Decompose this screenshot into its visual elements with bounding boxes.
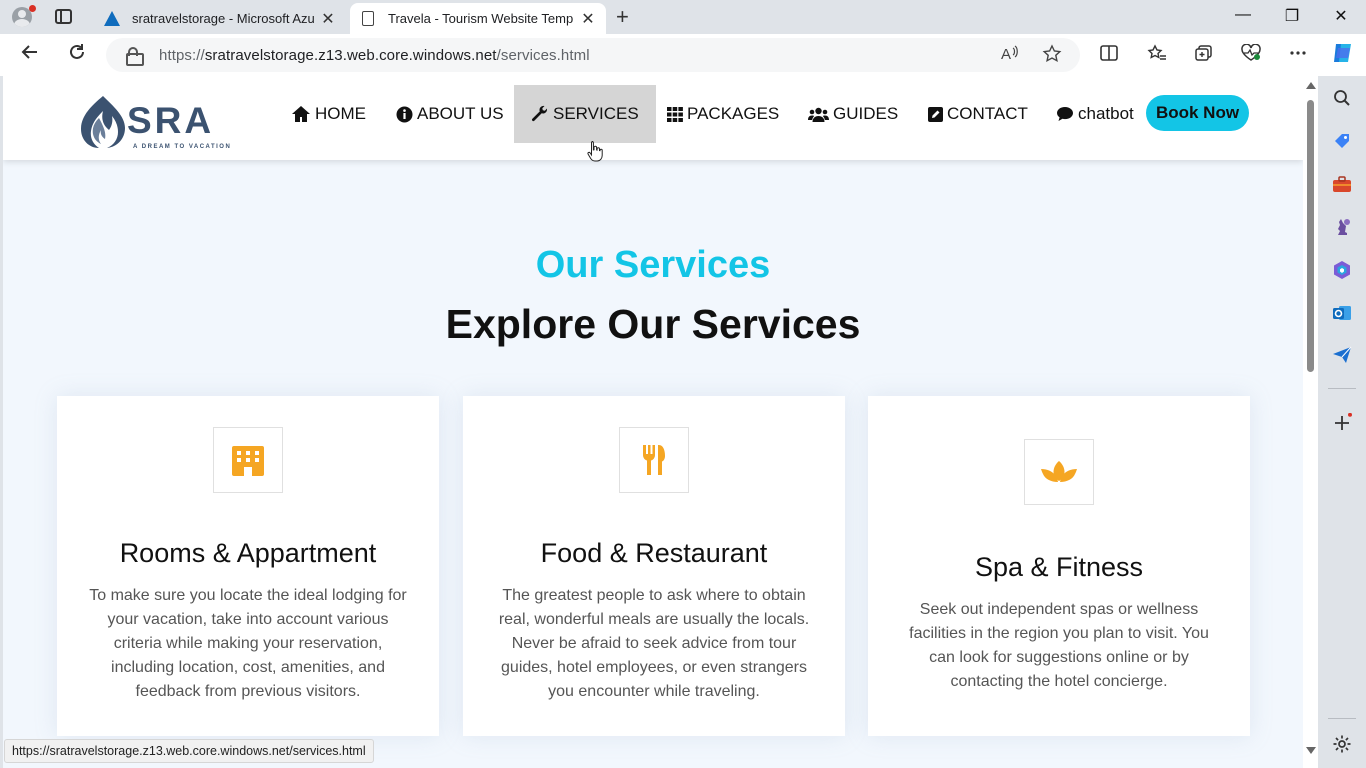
settings-gear-icon[interactable]	[1332, 734, 1352, 754]
close-tab-icon[interactable]: ✕	[580, 9, 596, 29]
service-card-rooms[interactable]: Rooms & Appartment To make sure you loca…	[57, 396, 439, 736]
grid-icon	[667, 106, 683, 122]
hand-cursor-icon	[587, 140, 603, 167]
nav-guides[interactable]: GUIDES	[808, 85, 898, 143]
add-plus-icon[interactable]	[1332, 413, 1352, 433]
edit-icon	[928, 106, 943, 122]
hotel-icon	[213, 427, 283, 493]
home-icon	[291, 105, 311, 123]
nav-packages[interactable]: PACKAGES	[667, 85, 779, 143]
restore-button[interactable]: ❐	[1277, 6, 1307, 26]
service-description: The greatest people to ask where to obta…	[498, 587, 810, 700]
nav-label: GUIDES	[833, 104, 899, 123]
nav-services[interactable]: SERVICES	[514, 85, 656, 143]
nav-label: SERVICES	[553, 104, 639, 123]
address-bar[interactable]: https://sratravelstorage.z13.web.core.wi…	[106, 38, 1080, 72]
performance-heart-icon[interactable]	[1237, 43, 1265, 67]
tools-briefcase-icon[interactable]	[1332, 174, 1352, 194]
lock-icon[interactable]	[126, 47, 144, 66]
scroll-down-arrow-icon[interactable]	[1306, 747, 1316, 754]
url-text[interactable]: https://sratravelstorage.z13.web.core.wi…	[159, 47, 590, 64]
nav-label: HOME	[315, 104, 366, 123]
edge-sidebar	[1318, 76, 1366, 768]
nav-label: PACKAGES	[687, 104, 780, 123]
minimize-button[interactable]: —	[1228, 6, 1258, 24]
nav-label: CONTACT	[947, 104, 1028, 123]
page-icon	[360, 11, 376, 27]
browser-toolbar: https://sratravelstorage.z13.web.core.wi…	[0, 34, 1366, 76]
nav-about-us[interactable]: ABOUT US	[396, 85, 504, 143]
nav-label: ABOUT US	[417, 104, 504, 123]
nav-contact[interactable]: CONTACT	[928, 85, 1028, 143]
link-status-bar: https://sratravelstorage.z13.web.core.wi…	[4, 739, 374, 763]
utensils-icon	[619, 427, 689, 493]
tab-actions-icon[interactable]	[55, 9, 72, 24]
book-now-button[interactable]: Book Now	[1146, 95, 1249, 131]
more-menu-icon[interactable]	[1284, 44, 1312, 67]
flame-logo-icon	[81, 96, 125, 148]
sidebar-divider	[1328, 718, 1356, 719]
send-icon[interactable]	[1332, 345, 1352, 365]
tab-title: Travela - Tourism Website Template	[388, 11, 574, 26]
service-card-food[interactable]: Food & Restaurant The greatest people to…	[463, 396, 845, 736]
section-heading: Explore Our Services	[445, 301, 861, 347]
users-icon	[808, 107, 829, 122]
favorites-icon[interactable]	[1143, 44, 1171, 67]
nav-chatbot[interactable]: chatbot	[1056, 85, 1134, 143]
info-icon	[396, 106, 413, 123]
service-description: Seek out independent spas or wellness fa…	[909, 601, 1209, 690]
site-logo[interactable]: SRA A DREAM TO VACATION	[77, 94, 237, 154]
shopping-tag-icon[interactable]	[1332, 131, 1352, 151]
tab-title: sratravelstorage - Microsoft Azure	[132, 11, 314, 26]
azure-icon	[104, 11, 120, 27]
web-page: SRA A DREAM TO VACATION HOME ABOUT US SE…	[3, 76, 1303, 768]
site-header: SRA A DREAM TO VACATION HOME ABOUT US SE…	[3, 76, 1303, 160]
section-subheading: Our Services	[535, 244, 771, 286]
logo-tagline: A DREAM TO VACATION	[133, 144, 232, 150]
games-chess-icon[interactable]	[1332, 217, 1352, 237]
service-title: Spa & Fitness	[974, 552, 1144, 582]
service-title: Food & Restaurant	[540, 538, 768, 568]
svg-text:A: A	[1001, 46, 1011, 62]
scroll-thumb[interactable]	[1307, 100, 1314, 372]
wrench-icon	[531, 105, 549, 123]
service-title: Rooms & Appartment	[119, 538, 377, 568]
browser-tab-bar: sratravelstorage - Microsoft Azure ✕ Tra…	[0, 0, 1366, 34]
microsoft-365-icon[interactable]	[1332, 260, 1352, 280]
nav-label: chatbot	[1078, 104, 1134, 123]
outlook-icon[interactable]	[1332, 303, 1352, 323]
close-window-button[interactable]: ✕	[1326, 6, 1356, 26]
service-description: To make sure you locate the ideal lodgin…	[89, 587, 407, 700]
logo-wordmark: SRA	[127, 100, 215, 141]
nav-home[interactable]: HOME	[291, 85, 366, 143]
back-arrow-icon[interactable]	[16, 42, 44, 68]
comment-icon	[1056, 106, 1074, 122]
tab-travela[interactable]: Travela - Tourism Website Template ✕	[350, 3, 606, 34]
service-card-spa[interactable]: Spa & Fitness Seek out independent spas …	[868, 396, 1250, 736]
split-screen-icon[interactable]	[1095, 44, 1123, 67]
scroll-up-arrow-icon[interactable]	[1306, 82, 1316, 89]
collections-icon[interactable]	[1190, 44, 1218, 67]
close-tab-icon[interactable]: ✕	[320, 9, 336, 29]
new-tab-button[interactable]: +	[616, 4, 629, 30]
search-icon[interactable]	[1332, 88, 1352, 108]
page-scrollbar[interactable]	[1303, 76, 1318, 768]
sidebar-divider	[1328, 388, 1356, 389]
tab-azure[interactable]: sratravelstorage - Microsoft Azure ✕	[94, 3, 346, 34]
spa-icon	[1024, 439, 1094, 505]
read-aloud-icon[interactable]: A	[1001, 44, 1019, 67]
favorite-star-icon[interactable]	[1042, 44, 1062, 69]
notification-dot	[29, 5, 36, 12]
profile-button[interactable]	[10, 5, 36, 29]
copilot-icon[interactable]	[1329, 40, 1357, 71]
refresh-icon[interactable]	[63, 42, 91, 68]
